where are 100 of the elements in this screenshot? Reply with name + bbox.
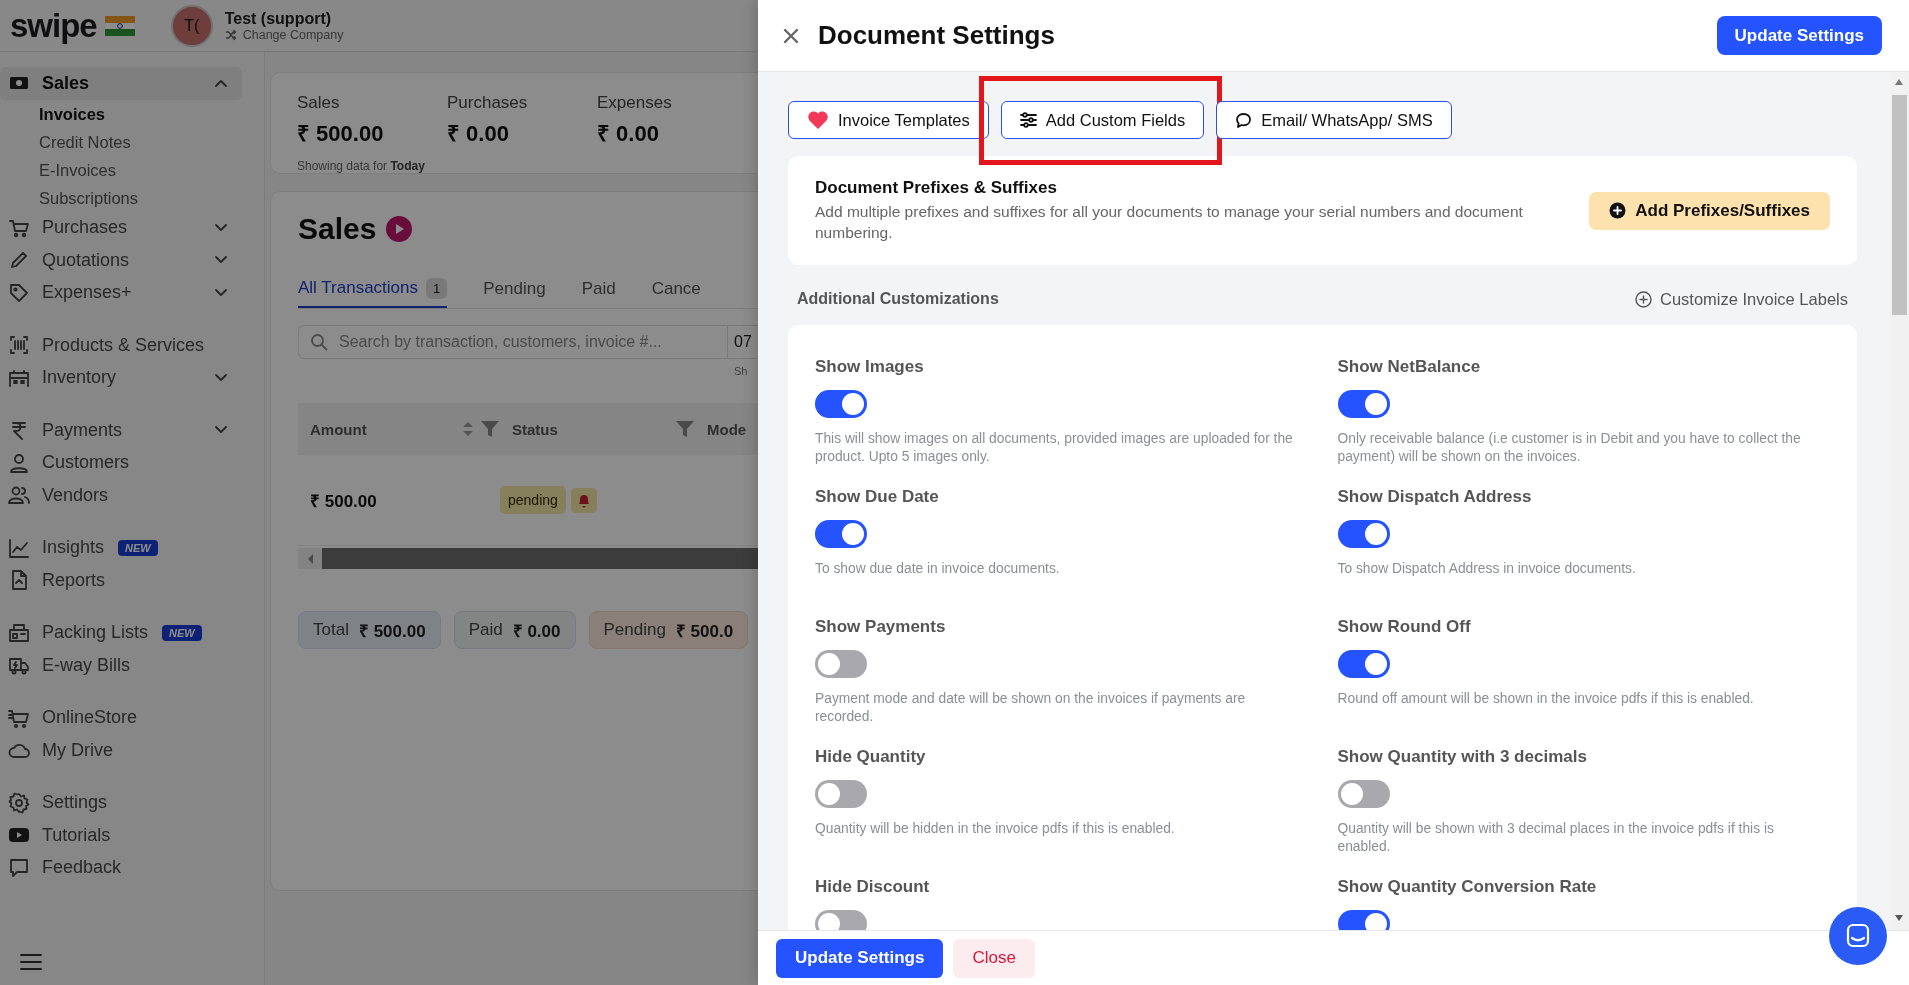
setting-label: Show Payments [815,617,946,637]
new-badge: NEW [118,539,158,556]
sidebar-item[interactable]: OnlineStore [0,701,242,734]
bell-icon [576,492,591,508]
plus-circle-icon [1609,202,1627,219]
total-chip: Total ₹ 500.00 [298,611,441,649]
filter-icon[interactable] [675,420,695,438]
change-company-link[interactable]: Change Company [224,27,344,42]
sidebar-item[interactable]: Payments [0,414,242,447]
tab[interactable]: All Transactions 1 [298,268,448,308]
heart-icon [807,110,829,130]
customize-labels-link[interactable]: Customize Invoice Labels [1635,289,1848,309]
stat-label: Sales [297,93,341,113]
column-header: Mode [707,420,747,438]
reminder-button[interactable] [570,487,597,513]
setting-description: Payment mode and date will be shown on the invoices if payments are recorded. [815,690,1247,725]
toggle-switch[interactable] [815,650,867,678]
stat-label: Expenses [597,93,673,113]
box-icon [8,621,30,644]
sidebar-item[interactable]: E-way Bills [0,649,242,682]
avatar[interactable]: T( [170,4,213,47]
sidebar-item[interactable]: Packing Lists NEW [0,616,242,649]
sidebar-item[interactable]: Reports [0,564,242,597]
stat-value: ₹ 0.00 [597,120,660,147]
sidebar-item[interactable]: Vendors [0,479,242,512]
settings-icon [8,791,30,814]
toggle-switch[interactable] [815,780,867,808]
filter-icon[interactable] [480,420,500,438]
sidebar-subitem[interactable]: E-Invoices [0,155,264,184]
stat-value: ₹ 0.00 [447,120,510,147]
sidebar-item[interactable]: Inventory [0,361,242,394]
drawer-title: Document Settings [818,20,1056,51]
sidebar-item[interactable]: Insights NEW [0,531,242,564]
tab[interactable]: Cance [651,268,701,307]
tab[interactable]: Pending [483,268,546,307]
tab-button[interactable]: Add Custom Fields [1000,101,1205,139]
menu-icon[interactable] [20,953,42,971]
toggle-switch[interactable] [1337,780,1390,808]
add-prefixes-button[interactable]: Add Prefixes/Suffixes [1589,191,1830,230]
sidebar-item[interactable]: Purchases [0,211,242,244]
chart-icon [8,536,30,559]
setting-label: Show Round Off [1337,617,1471,637]
barcode-icon [8,334,30,357]
toggle-switch[interactable] [1337,910,1390,930]
sidebar-item[interactable]: Feedback [0,851,242,884]
toggle-switch[interactable] [815,910,867,930]
toggle-switch[interactable] [1337,520,1390,548]
date-range-note: Showing data for Today [297,159,426,173]
person-icon [8,451,30,474]
sidebar-item[interactable]: Customers [0,446,242,479]
setting-description: This will show images on all documents, provided images are uploaded for the product. Upto 5 images only. [815,430,1293,465]
tab-button[interactable]: Email/ WhatsApp/ SMS [1216,101,1452,139]
stat-value: ₹ 500.00 [297,120,385,147]
stat-label: Purchases [447,93,529,113]
page-title: Sales [298,212,377,246]
sidebar-subitem[interactable]: Credit Notes [0,127,264,156]
toggle-switch[interactable] [1337,650,1390,678]
count-badge: 1 [426,277,448,299]
close-icon[interactable] [782,26,800,45]
setting-label: Hide Discount [815,877,930,897]
company-name: Test (support) [224,9,333,28]
logo[interactable]: swipe [10,6,97,45]
update-settings-button[interactable]: Update Settings [1716,16,1882,55]
sidebar-subitem[interactable]: Subscriptions [0,183,264,212]
sidebar-item[interactable]: Tutorials [0,819,242,852]
setting-description: Only receivable balance (i.e customer is in Debit and you have to collect the payment) will be shown on the invoices. [1337,430,1802,465]
sort-icon[interactable] [462,420,474,438]
sidebar-item[interactable]: Products & Services [0,329,242,362]
sidebar-item[interactable]: Expenses+ [0,276,242,309]
setting-label: Show Quantity Conversion Rate [1337,877,1597,897]
toggle-switch[interactable] [1337,390,1390,418]
flag-icon [104,15,135,36]
sliders-icon [1019,112,1037,128]
shuffle-icon [224,28,237,41]
play-icon[interactable] [386,216,413,242]
search-field[interactable]: Search by transaction, customers, invoice #... [298,325,728,359]
sidebar-item[interactable]: Settings [0,786,242,819]
close-button[interactable]: Close [953,938,1035,978]
setting-label: Show Quantity with 3 decimals [1337,747,1587,767]
setting-description: Round off amount will be shown in the invoice pdfs if this is enabled. [1337,690,1754,708]
scrollbar[interactable] [1890,72,1909,930]
sidebar-item[interactable]: Sales [0,67,242,100]
tab[interactable]: Paid [581,268,616,307]
search-icon [310,333,328,351]
sidebar-item[interactable]: Quotations [0,244,242,277]
tab-button[interactable]: Invoice Templates [788,101,989,139]
setting-label: Show Dispatch Address [1337,487,1532,507]
toggle-switch[interactable] [815,390,867,418]
update-settings-button[interactable]: Update Settings [776,938,944,978]
date-note: Sh [734,365,749,377]
sidebar-item[interactable]: My Drive [0,734,242,767]
status-badge: pending [500,486,566,514]
table-cell-text: ₹ 500.00 [309,490,378,512]
section-title: Additional Customizations [797,290,999,308]
speech-bubble-icon [1235,111,1253,129]
column-header: Status [512,420,558,438]
toggle-switch[interactable] [815,520,867,548]
setting-description: To show due date in invoice documents. [815,560,1060,578]
setting-description: Quantity will be hidden in the invoice pdfs if this is enabled. [815,820,1175,838]
setting-label: Show NetBalance [1337,357,1481,377]
